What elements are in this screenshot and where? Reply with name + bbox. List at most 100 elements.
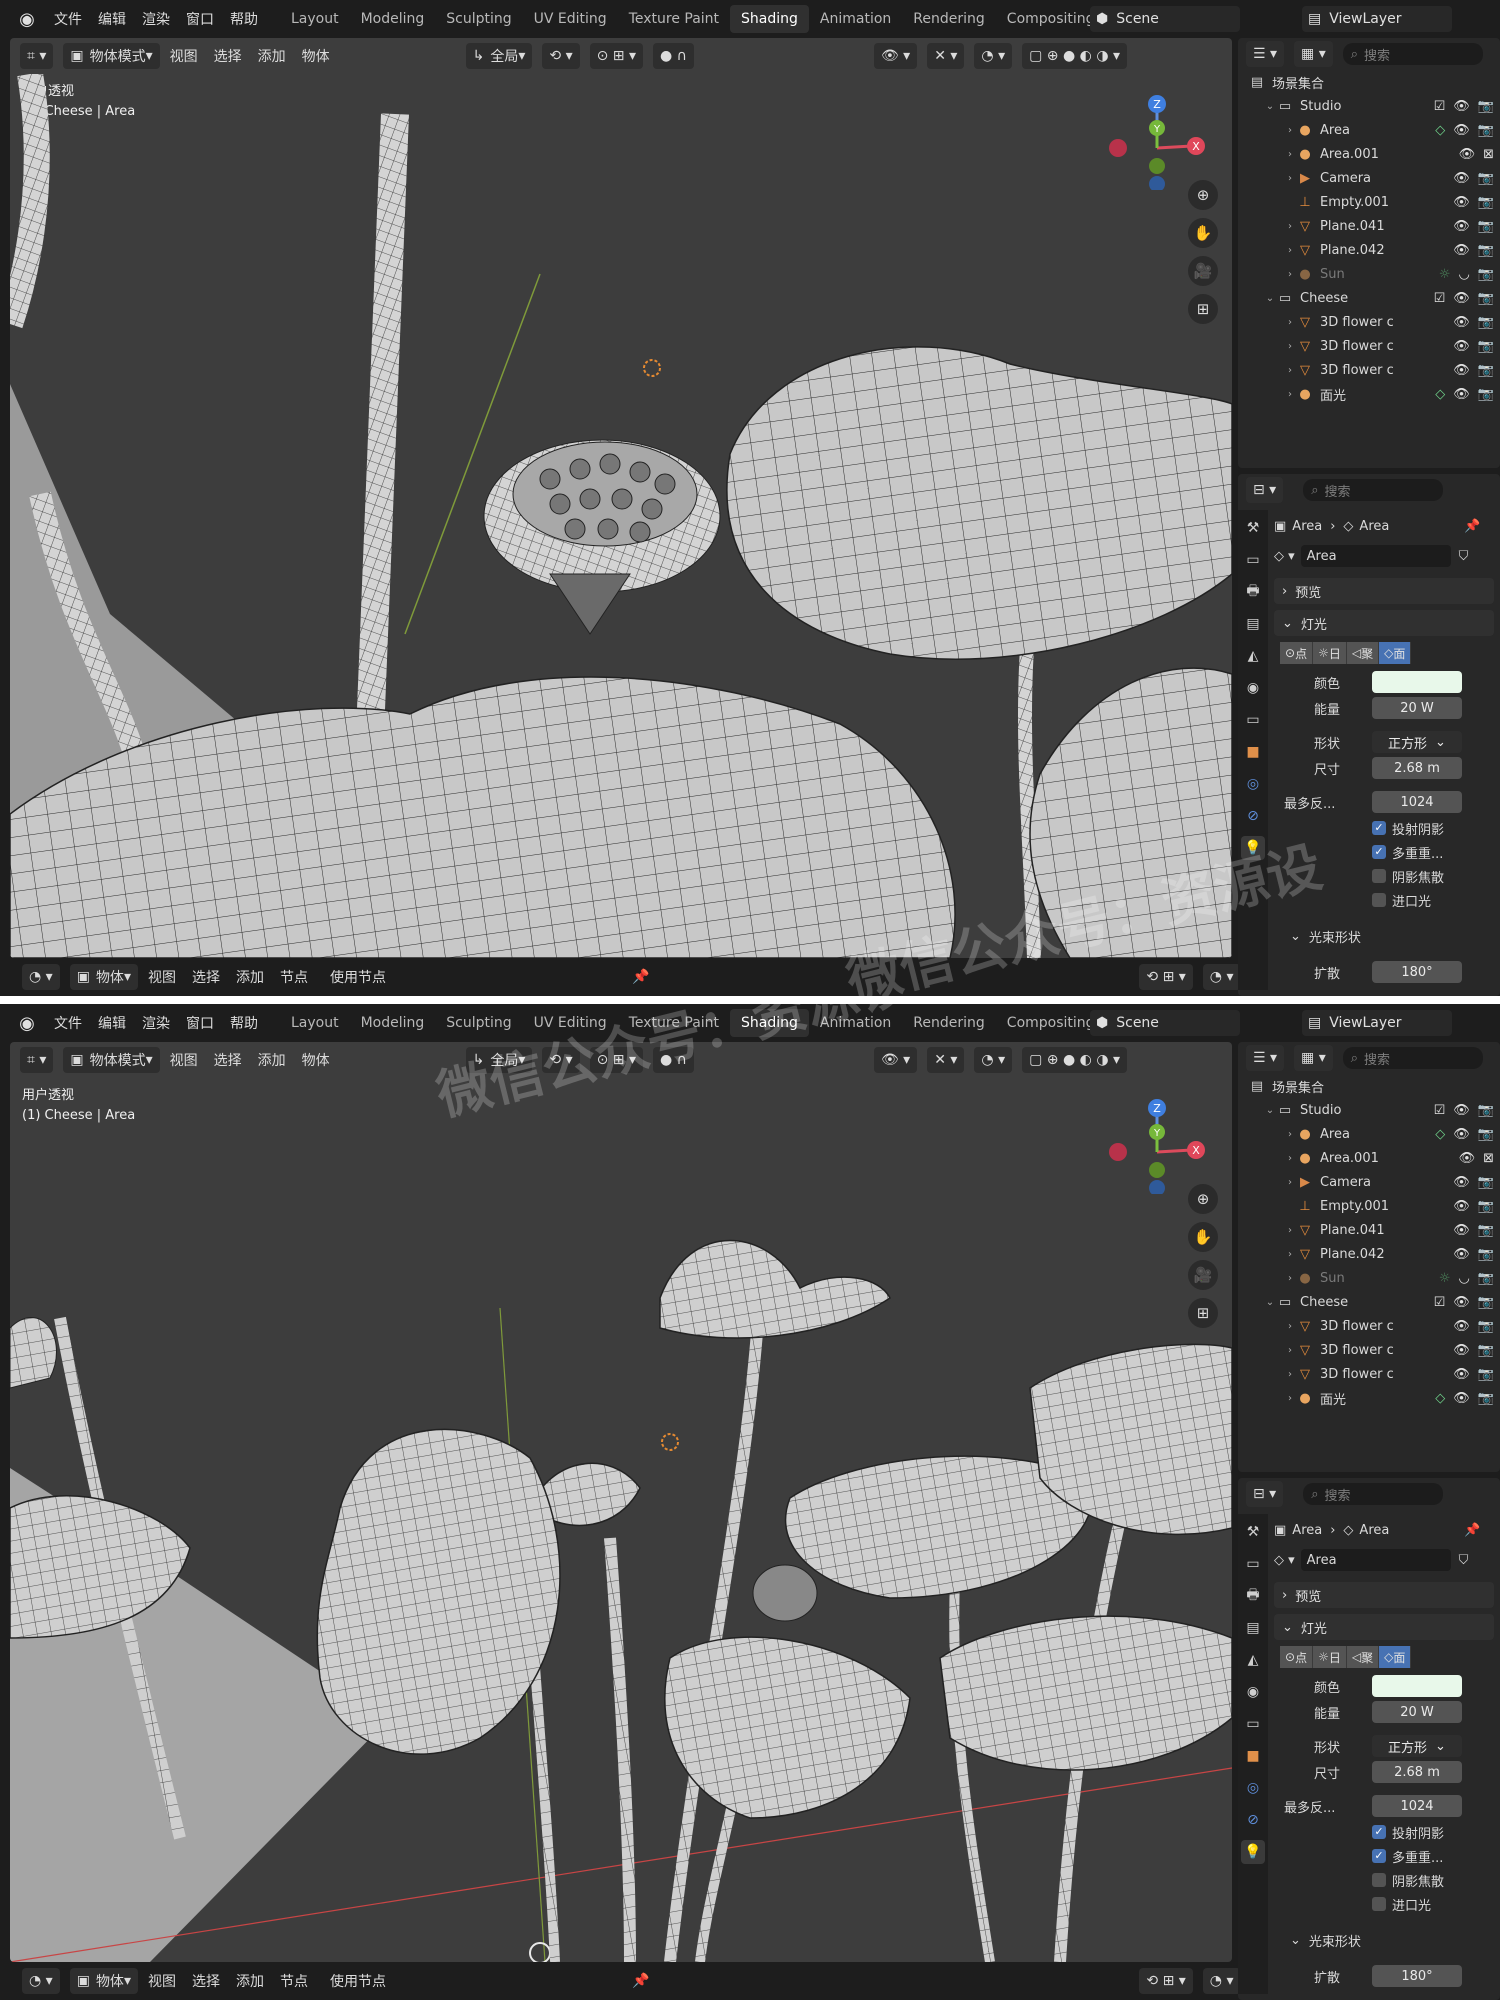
eye-icon[interactable]: 👁 (1453, 1199, 1470, 1214)
render-camera-icon[interactable]: 📷 (1478, 315, 1494, 330)
scene-tab-icon[interactable]: ◭ (1241, 644, 1265, 668)
tab-modeling[interactable]: Modeling (350, 1009, 436, 1037)
outliner-item[interactable]: › ▽ 3D flower c 👁 📷 (1238, 358, 1500, 382)
max-bounces-field[interactable]: 1024 (1372, 791, 1462, 813)
light-type-sun[interactable]: ☼ 日 (1313, 1646, 1347, 1668)
footer-menu-add[interactable]: 添加 (236, 1971, 264, 1991)
menu-render[interactable]: 渲染 (134, 1013, 178, 1033)
menu-file[interactable]: 文件 (46, 9, 90, 29)
eye-icon[interactable]: 👁 (1453, 99, 1470, 114)
multiple-importance-row[interactable]: ✓ 多重重... (1372, 1844, 1443, 1868)
menu-edit[interactable]: 编辑 (90, 1013, 134, 1033)
menu-window[interactable]: 窗口 (178, 1013, 222, 1033)
chevron-right-icon[interactable]: › (1284, 1321, 1296, 1332)
gizmo-neg-z-icon[interactable] (1149, 1180, 1165, 1194)
zoom-icon[interactable]: ⊕ (1188, 180, 1218, 210)
chevron-right-icon[interactable]: › (1284, 269, 1296, 280)
tab-texture-paint[interactable]: Texture Paint (618, 5, 730, 33)
render-camera-icon[interactable]: 📷 (1478, 1175, 1494, 1190)
panel-light[interactable]: ⌄ 灯光 (1274, 1614, 1494, 1640)
render-camera-icon[interactable]: 📷 (1478, 339, 1494, 354)
collection-studio[interactable]: ⌄ ▭ Studio ☑ 👁 📷 (1238, 94, 1500, 118)
outliner-item[interactable]: › ● Area.001 👁 ⊠ (1238, 142, 1500, 166)
tab-rendering[interactable]: Rendering (902, 5, 996, 33)
cast-shadow-row[interactable]: ✓ 投射阴影 (1372, 1820, 1444, 1844)
checkmark-icon[interactable]: ✓ (1372, 845, 1386, 859)
shading-buttons[interactable]: ▢ ⊕ ● ◐ ◑ ▾ (1022, 43, 1128, 69)
outliner-display-mode[interactable]: ☰ ▾ (1246, 1045, 1285, 1071)
render-camera-icon[interactable]: 📷 (1478, 1247, 1494, 1262)
footer-snap-button[interactable]: ⟲ ⊞ ▾ (1139, 964, 1193, 990)
mode-selector[interactable]: ▣ 物体模式 ▾ (63, 43, 160, 69)
eye-icon[interactable]: 👁 (1453, 387, 1470, 402)
outliner-search-input[interactable]: ⌕ 搜索 (1342, 1047, 1483, 1069)
world-tab-icon[interactable]: ◉ (1241, 1680, 1265, 1704)
chevron-right-icon[interactable]: › (1284, 1345, 1296, 1356)
output-tab-icon[interactable]: 🖶 (1241, 580, 1265, 604)
3d-viewport[interactable]: ⌗ ▾ ▣ 物体模式 ▾ 视图 选择 添加 物体 ↳ 全局 ▾ ⟲ ▾ ⊙ ⊞ ▾ … (10, 38, 1232, 958)
footer-editor-type-button[interactable]: ◔ ▾ (22, 1968, 60, 1994)
footer-menu-add[interactable]: 添加 (236, 967, 264, 987)
panel-preview[interactable]: › 预览 (1274, 578, 1494, 604)
outliner-item[interactable]: › ▽ 3D flower c 👁 📷 (1238, 334, 1500, 358)
datablock-name-field[interactable]: Area (1300, 545, 1451, 567)
chevron-right-icon[interactable]: › (1284, 341, 1296, 352)
chevron-right-icon[interactable]: › (1284, 365, 1296, 376)
physics-tab-icon[interactable]: ◎ (1241, 1776, 1265, 1800)
navigation-gizmo[interactable]: Z Y X (1102, 1084, 1212, 1194)
gizmo-neg-x-icon[interactable] (1109, 1143, 1127, 1161)
eye-closed-icon[interactable]: ◡ (1458, 1271, 1469, 1286)
view-layer-selector[interactable]: ▤ ViewLayer (1302, 1010, 1452, 1036)
panel-light[interactable]: ⌄ 灯光 (1274, 610, 1494, 636)
eye-icon[interactable]: 👁 (1453, 1367, 1470, 1382)
tab-shading[interactable]: Shading (730, 5, 809, 33)
checkbox-icon[interactable]: ☑ (1434, 1295, 1446, 1310)
spread-field[interactable]: 180° (1372, 1965, 1462, 1987)
checkmark-icon[interactable]: ✓ (1372, 821, 1386, 835)
grid-ortho-icon[interactable]: ⊞ (1188, 294, 1218, 324)
shadow-caustics-row[interactable]: 阴影焦散 (1372, 1868, 1444, 1892)
checkmark-icon[interactable]: ✓ (1372, 1825, 1386, 1839)
color-swatch[interactable] (1372, 671, 1462, 693)
chevron-down-icon[interactable]: ⌄ (1264, 293, 1276, 304)
outliner-root[interactable]: ▤ 场景集合 (1238, 70, 1500, 94)
eye-icon[interactable]: 👁 (1453, 219, 1470, 234)
checkbox-empty[interactable] (1372, 1873, 1386, 1887)
output-tab-icon[interactable]: 🖶 (1241, 1584, 1265, 1608)
light-data-icon[interactable]: ◇ ▾ (1274, 1553, 1295, 1568)
collection-tab-icon[interactable]: ▭ (1241, 1712, 1265, 1736)
collection-cheese[interactable]: ⌄ ▭ Cheese ☑ 👁 📷 (1238, 286, 1500, 310)
eye-icon[interactable]: 👁 (1459, 1151, 1476, 1166)
gizmo-neg-y-icon[interactable] (1149, 1162, 1165, 1178)
light-type-sun[interactable]: ☼ 日 (1313, 642, 1347, 664)
visibility-button[interactable]: 👁 ▾ (873, 1047, 918, 1073)
chevron-right-icon[interactable]: › (1284, 1273, 1296, 1284)
eye-closed-icon[interactable]: ◡ (1458, 267, 1469, 282)
checkbox-icon[interactable]: ☑ (1434, 99, 1446, 114)
light-type-spot[interactable]: ◁ 聚 (1346, 642, 1380, 664)
render-camera-icon[interactable]: 📷 (1478, 1391, 1494, 1406)
outliner-item[interactable]: › ● Sun ☼ ◡ 📷 (1238, 262, 1500, 286)
render-tab-icon[interactable]: ▭ (1241, 548, 1265, 572)
eye-icon[interactable]: 👁 (1453, 123, 1470, 138)
panel-beam-shape[interactable]: ⌄ 光束形状 (1290, 924, 1361, 948)
editor-type-button[interactable]: ⌗ ▾ (20, 43, 54, 69)
chevron-right-icon[interactable]: › (1284, 1369, 1296, 1380)
pin-icon[interactable]: 📌 (632, 969, 649, 985)
light-type-area[interactable]: ◇ 面 (1379, 642, 1412, 664)
eye-icon[interactable]: 👁 (1453, 1175, 1470, 1190)
footer-snap-button[interactable]: ⟲ ⊞ ▾ (1139, 1968, 1193, 1994)
menu-view[interactable]: 视图 (170, 1050, 198, 1070)
size-field[interactable]: 2.68 m (1372, 1761, 1462, 1783)
gizmo-button[interactable]: ✕ ▾ (927, 1047, 965, 1073)
checkbox-empty[interactable] (1372, 1897, 1386, 1911)
view-layer-tab-icon[interactable]: ▤ (1241, 1616, 1265, 1640)
chevron-right-icon[interactable]: › (1284, 125, 1296, 136)
eye-icon[interactable]: 👁 (1453, 339, 1470, 354)
outliner-item[interactable]: › ● Sun ☼ ◡ 📷 (1238, 1266, 1500, 1290)
outliner-item[interactable]: › ▽ 3D flower c 👁 📷 (1238, 1338, 1500, 1362)
outliner-item[interactable]: › ● 面光 ◇ 👁 📷 (1238, 1386, 1500, 1410)
pivot-button[interactable]: ⟲ ▾ (542, 43, 580, 69)
menu-view[interactable]: 视图 (170, 46, 198, 66)
eye-icon[interactable]: 👁 (1453, 1391, 1470, 1406)
